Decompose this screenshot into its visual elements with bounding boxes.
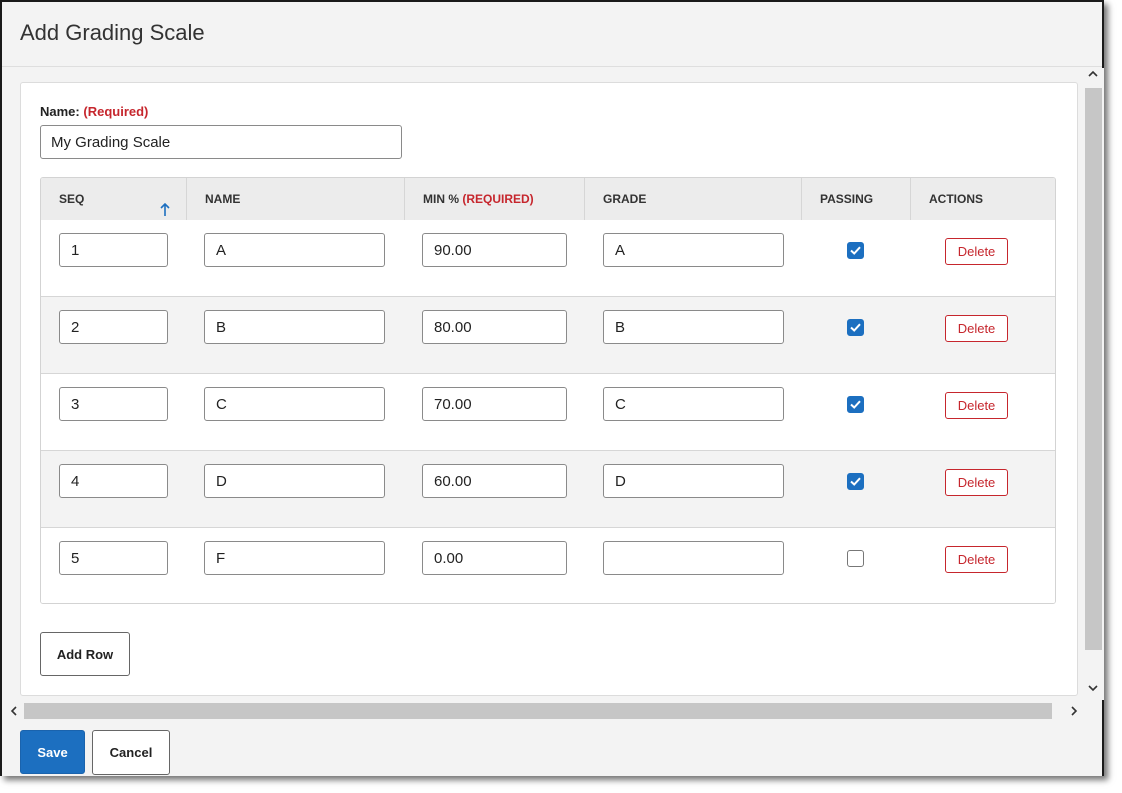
header-passing[interactable]: PASSING	[802, 178, 911, 220]
table-row: Delete	[41, 297, 1055, 374]
name-field[interactable]	[40, 125, 402, 159]
chevron-left-icon[interactable]	[8, 705, 20, 720]
passing-checkbox[interactable]	[847, 319, 864, 336]
checkmark-icon	[850, 323, 861, 332]
add-row-button[interactable]: Add Row	[40, 632, 130, 676]
header-passing-label: PASSING	[820, 192, 874, 206]
table-row: Delete	[41, 451, 1055, 528]
header-min-label: MIN %	[423, 192, 459, 206]
delete-button[interactable]: Delete	[945, 546, 1008, 573]
header-actions-label: ACTIONS	[929, 192, 983, 206]
name-label-text: Name:	[40, 104, 80, 119]
delete-button[interactable]: Delete	[945, 315, 1008, 342]
seq-input[interactable]	[59, 233, 168, 267]
dialog-header: Add Grading Scale	[2, 2, 1102, 67]
header-name[interactable]: NAME	[187, 178, 405, 220]
seq-input[interactable]	[59, 310, 168, 344]
name-label: Name: (Required)	[40, 104, 148, 119]
header-grade[interactable]: GRADE	[585, 178, 802, 220]
page-title: Add Grading Scale	[20, 20, 205, 45]
min-percent-input[interactable]	[422, 387, 567, 421]
form-panel: Name: (Required) SEQ NAME MIN % (REQUIRE…	[20, 82, 1078, 696]
min-percent-input[interactable]	[422, 310, 567, 344]
table-row: Delete	[41, 374, 1055, 451]
action-bar: Save Cancel	[2, 722, 1102, 776]
seq-input[interactable]	[59, 541, 168, 575]
min-percent-input[interactable]	[422, 233, 567, 267]
passing-checkbox[interactable]	[847, 550, 864, 567]
delete-button[interactable]: Delete	[945, 392, 1008, 419]
checkmark-icon	[850, 400, 861, 409]
vertical-scroll-thumb[interactable]	[1085, 88, 1102, 650]
seq-input[interactable]	[59, 464, 168, 498]
grade-input[interactable]	[603, 387, 784, 421]
cancel-button[interactable]: Cancel	[92, 730, 170, 775]
passing-checkbox[interactable]	[847, 396, 864, 413]
chevron-up-icon[interactable]	[1087, 68, 1099, 83]
name-input[interactable]	[204, 387, 385, 421]
grade-input[interactable]	[603, 310, 784, 344]
min-percent-input[interactable]	[422, 464, 567, 498]
vertical-scrollbar[interactable]	[1082, 68, 1104, 700]
delete-button[interactable]: Delete	[945, 469, 1008, 496]
table-header: SEQ NAME MIN % (REQUIRED) GRADE PASSING	[41, 178, 1055, 221]
passing-checkbox[interactable]	[847, 242, 864, 259]
passing-checkbox[interactable]	[847, 473, 864, 490]
horizontal-scrollbar[interactable]	[4, 700, 1084, 722]
chevron-down-icon[interactable]	[1087, 682, 1099, 697]
checkmark-icon	[850, 246, 861, 255]
name-input[interactable]	[204, 464, 385, 498]
dialog-window: Add Grading Scale Name: (Required) SEQ N…	[0, 0, 1104, 776]
header-seq[interactable]: SEQ	[41, 178, 187, 220]
horizontal-scroll-thumb[interactable]	[24, 703, 1052, 719]
min-percent-input[interactable]	[422, 541, 567, 575]
table-row: Delete	[41, 528, 1055, 603]
header-min-required: (REQUIRED)	[462, 192, 534, 206]
checkmark-icon	[850, 477, 861, 486]
name-required-indicator: (Required)	[83, 104, 149, 119]
header-actions: ACTIONS	[911, 178, 1055, 220]
grade-input[interactable]	[603, 464, 784, 498]
grading-scale-table: SEQ NAME MIN % (REQUIRED) GRADE PASSING	[40, 177, 1056, 604]
save-button[interactable]: Save	[20, 730, 85, 774]
grade-input[interactable]	[603, 233, 784, 267]
name-input[interactable]	[204, 233, 385, 267]
chevron-right-icon[interactable]	[1068, 705, 1080, 720]
name-input[interactable]	[204, 310, 385, 344]
header-name-label: NAME	[205, 192, 241, 206]
header-seq-label: SEQ	[59, 192, 85, 206]
delete-button[interactable]: Delete	[945, 238, 1008, 265]
arrow-up-icon[interactable]	[160, 192, 170, 216]
header-grade-label: GRADE	[603, 192, 647, 206]
table-row: Delete	[41, 220, 1055, 297]
header-min[interactable]: MIN % (REQUIRED)	[405, 178, 585, 220]
name-input[interactable]	[204, 541, 385, 575]
grade-input[interactable]	[603, 541, 784, 575]
seq-input[interactable]	[59, 387, 168, 421]
